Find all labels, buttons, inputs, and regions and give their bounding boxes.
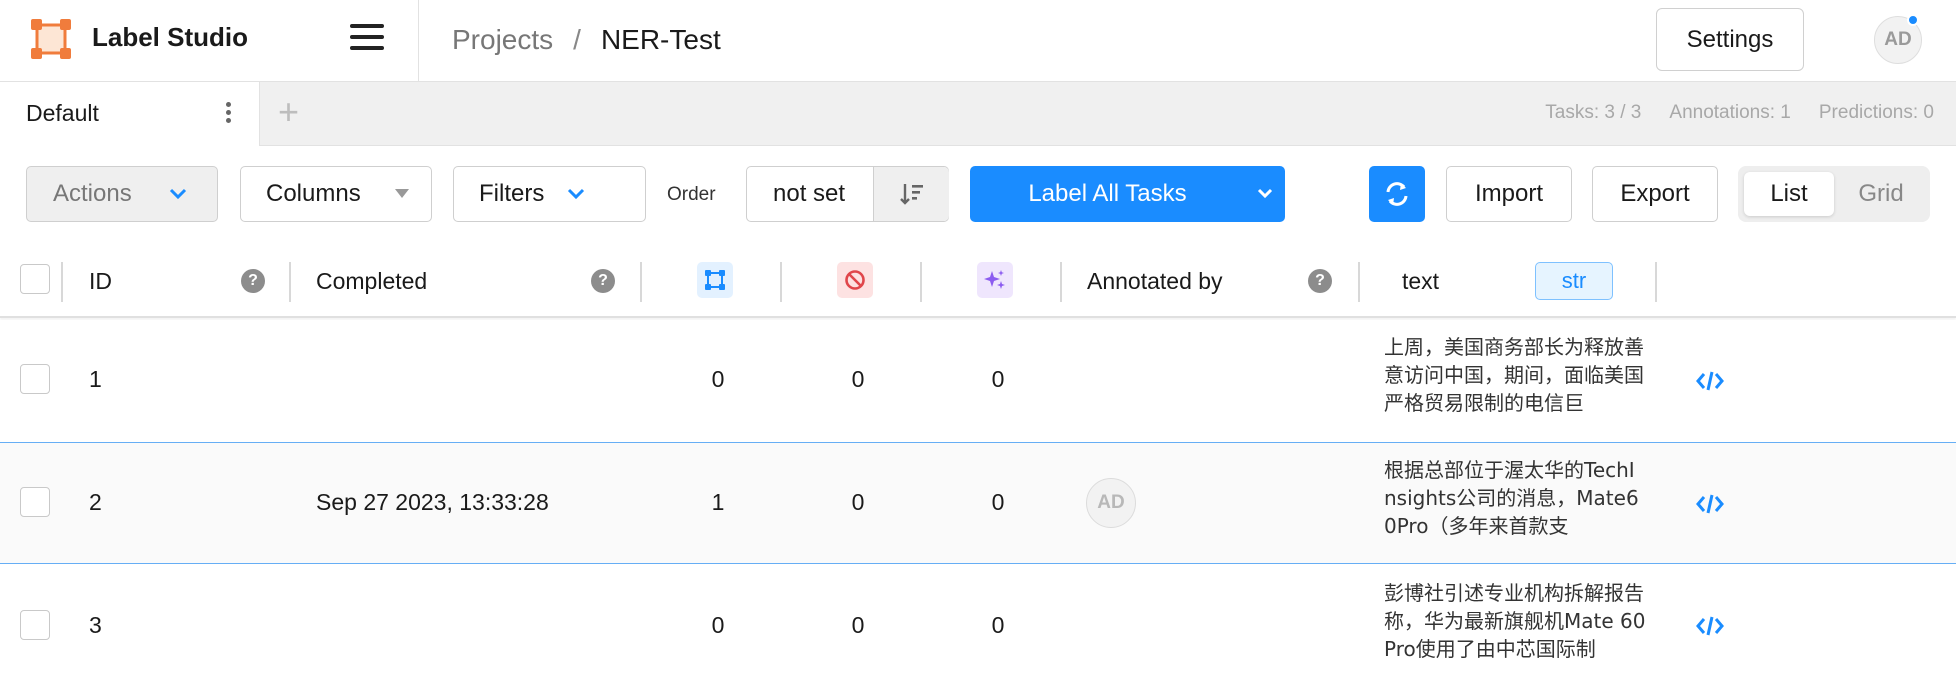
add-tab-button[interactable]: + [278,94,299,130]
cell-annotations: 0 [711,366,725,392]
top-header: Label Studio Projects / NER-Test Setting… [0,0,1956,82]
cell-cancelled: 0 [851,489,865,515]
label-studio-logo-icon [31,19,71,59]
cell-text: 彭博社引述专业机构拆解报告称，华为最新旗舰机Mate 60 Pro使用了由中芯国… [1384,581,1646,661]
columns-label: Columns [266,180,361,207]
row-checkbox[interactable] [20,364,50,394]
help-icon[interactable]: ? [241,269,265,293]
cell-id: 3 [89,612,102,638]
cell-id: 1 [89,366,102,392]
chevron-down-icon [567,188,585,200]
order-select[interactable]: not set [746,166,949,222]
annotator-avatar: AD [1086,478,1136,528]
code-icon[interactable] [1696,615,1724,637]
annotations-count: Annotations: 1 [1669,102,1791,123]
order-label: Order [667,184,716,205]
notification-dot [1907,14,1919,26]
order-value: not set [773,180,846,207]
label-all-tasks-label: Label All Tasks [1028,180,1187,207]
column-type-badge: str [1535,262,1613,300]
predictions-count: Predictions: 0 [1818,102,1934,123]
cell-text: 上周，美国商务部长为释放善意访问中国，期间，面临美国严格贸易限制的电信巨 [1384,335,1644,415]
breadcrumb-separator: / [573,24,581,55]
cell-cancelled: 0 [851,612,865,638]
cell-text: 根据总部位于渥太华的TechInsights公司的消息，Mate60Pro（多年… [1384,458,1639,538]
caret-down-icon [395,189,409,198]
help-icon[interactable]: ? [591,269,615,293]
view-toggle: List Grid [1738,166,1930,222]
settings-button[interactable]: Settings [1656,8,1804,71]
view-tabs-bar: Default + Tasks: 3 / 3 Annotations: 1 Pr… [0,82,1956,146]
breadcrumb-projects-link[interactable]: Projects [452,24,553,56]
column-divider [61,262,63,302]
cell-id: 2 [89,489,102,515]
breadcrumb: Projects / NER-Test [452,24,721,56]
task-stats: Tasks: 3 / 3 Annotations: 1 Predictions:… [1545,102,1934,124]
help-icon[interactable]: ? [1308,269,1332,293]
cancelled-icon[interactable] [837,262,873,298]
code-icon[interactable] [1696,493,1724,515]
select-all-checkbox[interactable] [20,264,50,294]
column-divider [289,262,291,302]
export-button[interactable]: Export [1592,166,1718,222]
table-header: ID ? Completed ? Annotated by ? text str [0,246,1956,318]
breadcrumb-current-project: NER-Test [600,24,721,55]
cell-predictions: 0 [991,366,1005,392]
actions-dropdown[interactable]: Actions [26,166,218,222]
columns-dropdown[interactable]: Columns [240,166,432,222]
cell-predictions: 0 [991,612,1005,638]
chevron-down-icon[interactable] [1256,183,1274,205]
column-divider [1358,262,1360,302]
column-divider [780,262,782,302]
column-divider [920,262,922,302]
predictions-icon[interactable] [977,262,1013,298]
tasks-count: Tasks: 3 / 3 [1545,102,1642,123]
tab-default-label: Default [26,100,99,126]
sort-direction-button[interactable] [874,167,949,221]
chevron-down-icon [169,188,187,200]
column-header-annotated-by[interactable]: Annotated by [1087,268,1223,295]
row-checkbox[interactable] [20,610,50,640]
table-row[interactable]: 3 0 0 0 彭博社引述专业机构拆解报告称，华为最新旗舰机Mate 60 Pr… [0,564,1956,686]
column-divider [1060,262,1062,302]
table-row[interactable]: 1 0 0 0 上周，美国商务部长为释放善意访问中国，期间，面临美国严格贸易限制… [0,320,1956,442]
kebab-icon[interactable] [226,102,232,126]
column-divider [1655,262,1657,302]
refresh-button[interactable] [1369,166,1425,222]
table-row[interactable]: 2 Sep 27 2023, 13:33:28 1 0 0 AD 根据总部位于渥… [0,443,1956,565]
cell-annotations: 1 [711,489,725,515]
column-header-completed[interactable]: Completed [316,268,427,295]
annotations-icon[interactable] [697,262,733,298]
cell-cancelled: 0 [851,366,865,392]
cell-annotations: 0 [711,612,725,638]
label-all-tasks-button[interactable]: Label All Tasks [970,166,1285,222]
column-header-text[interactable]: text [1402,268,1439,295]
actions-label: Actions [53,180,132,207]
cell-completed: Sep 27 2023, 13:33:28 [316,489,549,515]
code-icon[interactable] [1696,370,1724,392]
app-name: Label Studio [92,22,248,52]
header-divider [418,0,419,82]
import-button[interactable]: Import [1446,166,1572,222]
cell-predictions: 0 [991,489,1005,515]
sort-icon [900,184,923,205]
refresh-icon [1386,182,1408,206]
hamburger-icon[interactable] [350,24,384,54]
row-checkbox[interactable] [20,487,50,517]
tab-default[interactable]: Default [0,82,260,146]
filters-label: Filters [479,180,545,207]
column-header-id[interactable]: ID [89,268,112,295]
column-divider [640,262,642,302]
view-grid-option[interactable]: Grid [1838,172,1924,216]
view-list-option[interactable]: List [1744,172,1834,216]
filters-dropdown[interactable]: Filters [453,166,646,222]
